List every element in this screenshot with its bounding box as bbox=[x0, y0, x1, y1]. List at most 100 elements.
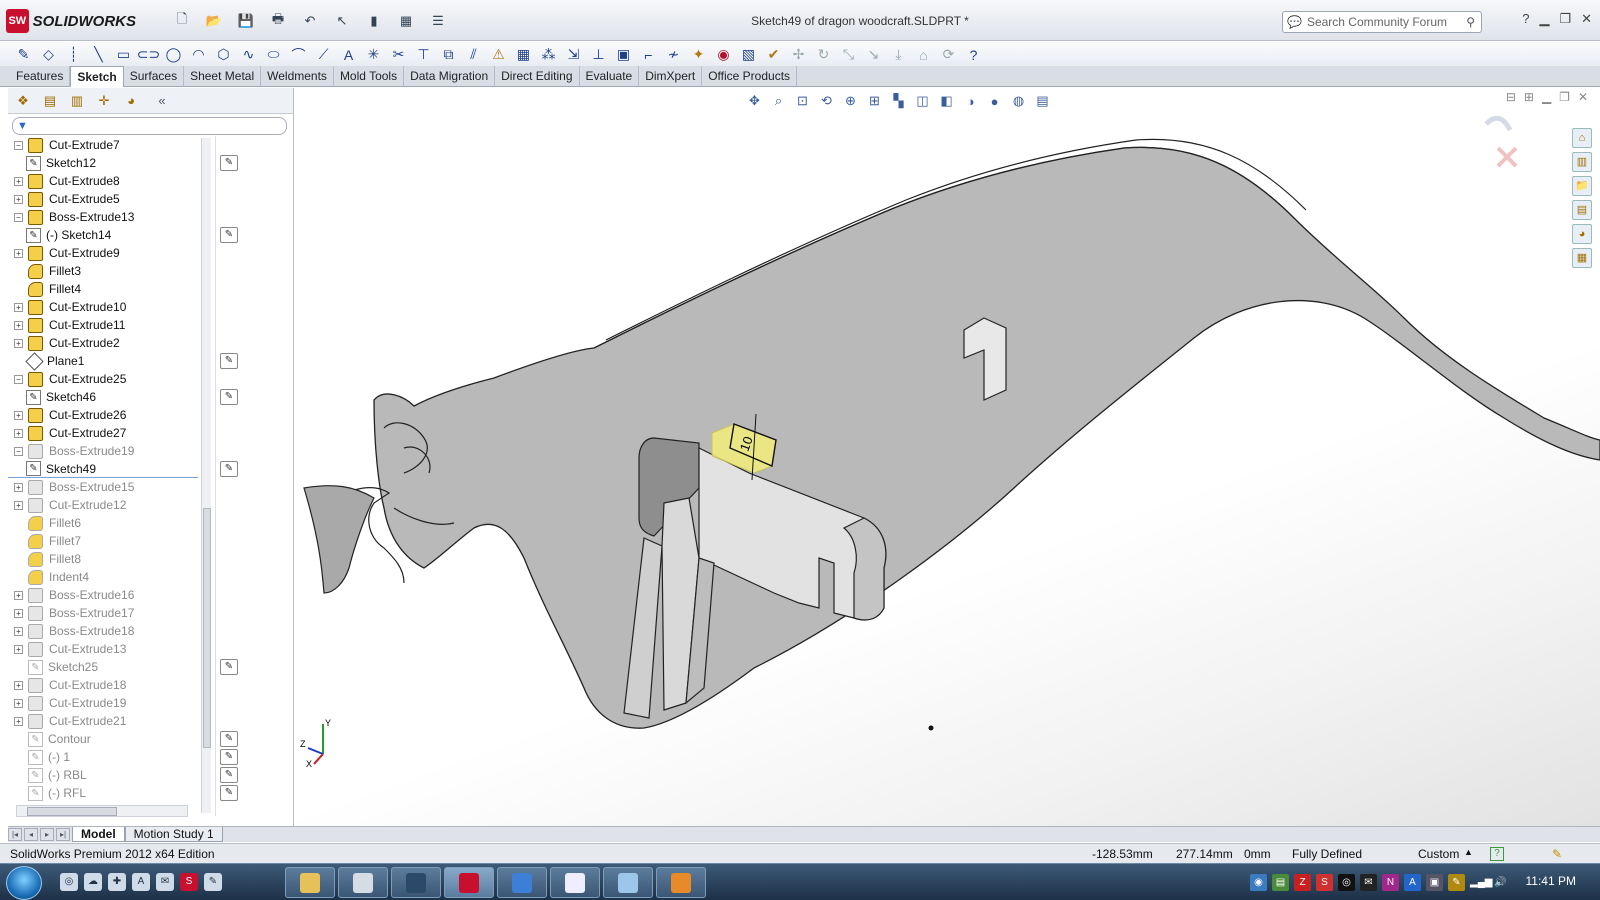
graphics-area[interactable]: ✥ ⌕ ⊡ ⟲ ⊕ ⊞ ▚ ◫ ◧ ◑ ● ◍ ▤ ⊟ ⊞ ▁ ❐ ✕ 10 ⌂… bbox=[294, 88, 1600, 826]
tree-vertical-scrollbar[interactable] bbox=[201, 138, 211, 813]
expand-icon[interactable]: + bbox=[14, 428, 23, 438]
tree-item[interactable]: ✎ Sketch12 bbox=[8, 154, 198, 172]
tab-features[interactable]: Features bbox=[10, 66, 71, 87]
tray-signal-icon[interactable]: ▂▄▆ bbox=[1470, 874, 1492, 891]
dimxpert-manager-tab-icon[interactable]: ✛ bbox=[93, 91, 115, 111]
collapse-panel-icon[interactable]: « bbox=[147, 91, 177, 111]
taskbar-app-button[interactable] bbox=[497, 867, 547, 898]
tree-item[interactable]: Fillet3 bbox=[8, 262, 198, 280]
scrollbar-thumb[interactable] bbox=[27, 807, 117, 816]
taskbar-app-button[interactable] bbox=[338, 867, 388, 898]
tree-item[interactable]: + Cut-Extrude11 bbox=[8, 316, 198, 334]
tab-weldments[interactable]: Weldments bbox=[261, 66, 334, 87]
tray-app-icon[interactable]: S bbox=[1316, 874, 1333, 891]
tree-item[interactable]: + Cut-Extrude26 bbox=[8, 406, 198, 424]
sketch-indicator-icon[interactable]: ✎ bbox=[220, 461, 238, 477]
tree-item[interactable]: Fillet4 bbox=[8, 280, 198, 298]
add-relation-icon[interactable]: ✢ bbox=[787, 44, 810, 66]
tree-item[interactable]: + Cut-Extrude2 bbox=[8, 334, 198, 352]
design-library-icon[interactable]: ▥ bbox=[1572, 152, 1592, 172]
expand-icon[interactable]: + bbox=[14, 176, 23, 186]
exit-sketch-corner-icon[interactable] bbox=[1484, 115, 1513, 132]
restore-icon[interactable]: ❐ bbox=[1559, 11, 1571, 27]
unit-system-selector[interactable]: Custom bbox=[1418, 847, 1459, 861]
appearances-icon[interactable]: ◕ bbox=[1572, 224, 1592, 244]
circle-icon[interactable]: ◯ bbox=[162, 44, 185, 66]
extend-icon[interactable]: ⊤ bbox=[412, 44, 435, 66]
tree-item[interactable]: Fillet7 bbox=[8, 532, 198, 550]
copy-entities-icon[interactable]: ⤓ bbox=[887, 44, 910, 66]
tray-app-icon[interactable]: ◎ bbox=[1338, 874, 1355, 891]
taskbar-solidworks-button[interactable] bbox=[444, 867, 494, 898]
minimize-icon[interactable]: ▁ bbox=[1539, 11, 1549, 27]
expand-icon[interactable]: + bbox=[14, 320, 23, 330]
smart-dimension-icon[interactable]: ◇ bbox=[37, 44, 60, 66]
taskbar-app-button[interactable] bbox=[285, 867, 335, 898]
collapse-icon[interactable]: − bbox=[14, 374, 23, 384]
arc-icon[interactable]: ◠ bbox=[187, 44, 210, 66]
tree-item[interactable]: Plane1 bbox=[8, 351, 198, 371]
line-icon[interactable]: ╲ bbox=[87, 44, 110, 66]
tray-app-icon[interactable]: Z bbox=[1294, 874, 1311, 891]
fillet-sketch-icon[interactable]: ⌒ bbox=[287, 44, 310, 66]
scale-entities-icon[interactable]: ⤡ bbox=[837, 44, 860, 66]
tray-network-icon[interactable]: ◉ bbox=[1250, 874, 1267, 891]
check-sketch-icon[interactable]: ✔ bbox=[762, 44, 785, 66]
move-entities-icon[interactable]: ⇲ bbox=[562, 44, 585, 66]
quick-snaps-icon[interactable]: ⌐ bbox=[637, 44, 660, 66]
units-chevron-up-icon[interactable]: ▲ bbox=[1464, 847, 1473, 857]
tab-dimxpert[interactable]: DimXpert bbox=[639, 66, 703, 87]
tray-app-icon[interactable]: ✎ bbox=[1448, 874, 1465, 891]
sketch-indicator-icon[interactable]: ✎ bbox=[220, 749, 238, 765]
tree-item[interactable]: Indent4 bbox=[8, 568, 198, 586]
search-icon[interactable]: ⚲ bbox=[1466, 15, 1475, 29]
ellipse-icon[interactable]: ⬭ bbox=[262, 44, 285, 66]
expand-icon[interactable]: + bbox=[14, 626, 23, 636]
text-icon[interactable]: A bbox=[337, 44, 360, 66]
tree-item[interactable]: ✎ (-) Sketch14 bbox=[8, 226, 198, 244]
centerline-icon[interactable]: ┊ bbox=[62, 44, 85, 66]
tree-item[interactable]: + Cut-Extrude8 bbox=[8, 172, 198, 190]
sketch-indicator-icon[interactable]: ✎ bbox=[220, 353, 238, 369]
sketch-indicator-icon[interactable]: ✎ bbox=[220, 767, 238, 783]
tab-surfaces[interactable]: Surfaces bbox=[124, 66, 185, 87]
taskbar-app-button[interactable] bbox=[550, 867, 600, 898]
sketch-indicator-icon[interactable]: ✎ bbox=[220, 227, 238, 243]
sketch-indicator-icon[interactable]: ✎ bbox=[220, 659, 238, 675]
expand-icon[interactable]: + bbox=[14, 248, 23, 258]
tree-item[interactable]: + Cut-Extrude10 bbox=[8, 298, 198, 316]
tray-volume-icon[interactable]: 🔊 bbox=[1492, 874, 1509, 891]
tab-data-migration[interactable]: Data Migration bbox=[404, 66, 496, 87]
expand-icon[interactable]: + bbox=[14, 698, 23, 708]
tree-item[interactable]: − Boss-Extrude19 bbox=[8, 442, 198, 460]
tab-mold-tools[interactable]: Mold Tools bbox=[334, 66, 405, 87]
expand-icon[interactable]: + bbox=[14, 500, 23, 510]
shaded-sketch-icon[interactable]: ◉ bbox=[712, 44, 735, 66]
feature-manager-tab-icon[interactable]: ❖ bbox=[12, 91, 34, 111]
taskbar-app-button[interactable] bbox=[603, 867, 653, 898]
repair-sketch-icon[interactable]: ▣ bbox=[612, 44, 635, 66]
start-button-icon[interactable] bbox=[6, 866, 42, 900]
configuration-manager-tab-icon[interactable]: ▥ bbox=[66, 91, 88, 111]
sketch-indicator-icon[interactable]: ✎ bbox=[220, 389, 238, 405]
collapse-icon[interactable]: − bbox=[14, 446, 23, 456]
tree-item[interactable]: Fillet6 bbox=[8, 514, 198, 532]
expand-icon[interactable]: + bbox=[14, 338, 23, 348]
slot-icon[interactable]: ⊂⊃ bbox=[137, 44, 160, 66]
spline-icon[interactable]: ∿ bbox=[237, 44, 260, 66]
custom-properties-icon[interactable]: ▦ bbox=[1572, 248, 1592, 268]
tab-motion-study[interactable]: Motion Study 1 bbox=[124, 827, 223, 842]
tab-sheet-metal[interactable]: Sheet Metal bbox=[184, 66, 262, 87]
tree-horizontal-scrollbar[interactable] bbox=[16, 805, 188, 817]
quicklaunch-solidworks-icon[interactable]: S bbox=[180, 873, 198, 891]
tree-item[interactable]: ✎ (-) RFL bbox=[8, 784, 198, 802]
solidworks-resources-icon[interactable]: ⌂ bbox=[1572, 128, 1592, 148]
sketch-indicator-icon[interactable]: ✎ bbox=[220, 155, 238, 171]
tree-item[interactable]: + Boss-Extrude16 bbox=[8, 586, 198, 604]
first-tab-icon[interactable]: |◂ bbox=[8, 828, 22, 841]
tree-item[interactable]: + Cut-Extrude21 bbox=[8, 712, 198, 730]
confirmation-corner[interactable] bbox=[1484, 115, 1518, 168]
taskbar-app-button[interactable] bbox=[656, 867, 706, 898]
stretch-entities-icon[interactable]: ↘ bbox=[862, 44, 885, 66]
expand-icon[interactable]: + bbox=[14, 680, 23, 690]
